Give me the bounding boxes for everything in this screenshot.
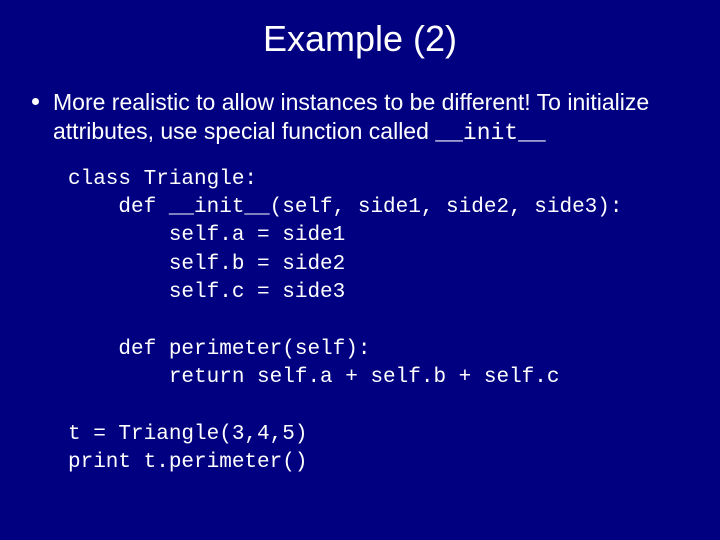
code-block: class Triangle: def __init__(self, side1… [68,166,692,478]
bullet-text: More realistic to allow instances to be … [53,88,692,148]
bullet-item: More realistic to allow instances to be … [32,88,692,148]
bullet-code-inline: __init__ [435,120,545,146]
bullet-text-main: More realistic to allow instances to be … [53,89,649,144]
slide-title: Example (2) [28,18,692,60]
bullet-icon [32,98,39,105]
slide: Example (2) More realistic to allow inst… [0,0,720,540]
